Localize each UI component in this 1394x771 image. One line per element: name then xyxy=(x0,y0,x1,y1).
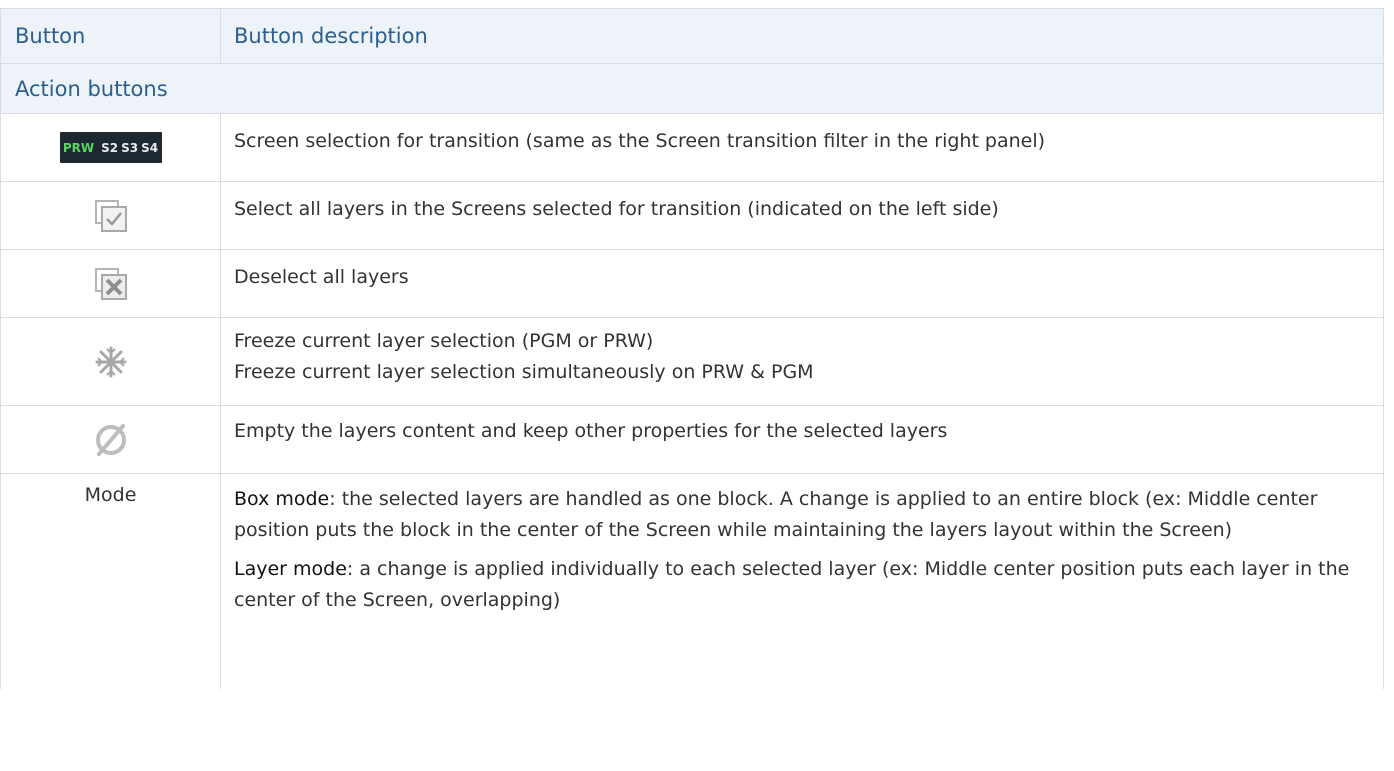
table-row: Select all layers in the Screens selecte… xyxy=(1,182,1384,250)
freeze-desc-1: Freeze current layer selection (PGM or P… xyxy=(234,330,654,352)
prw-label[interactable]: PRW xyxy=(63,141,94,155)
empty-set-icon[interactable] xyxy=(93,422,129,458)
description-cell: Empty the layers content and keep other … xyxy=(221,406,1384,473)
header-description: Button description xyxy=(221,9,1384,63)
box-mode-term: Box mode xyxy=(234,488,330,510)
mode-label: Mode xyxy=(1,474,221,689)
table-row: Freeze current layer selection (PGM or P… xyxy=(1,318,1384,406)
snowflake-icon[interactable] xyxy=(94,345,128,379)
box-mode-paragraph: Box mode: the selected layers are handle… xyxy=(234,484,1371,546)
description-cell: Select all layers in the Screens selecte… xyxy=(221,182,1384,249)
layer-mode-desc: : a change is applied individually to ea… xyxy=(234,558,1350,611)
freeze-desc-2: Freeze current layer selection simultane… xyxy=(234,361,814,383)
button-cell xyxy=(1,250,221,317)
header-button: Button xyxy=(1,9,221,63)
button-cell xyxy=(1,182,221,249)
table-row: Mode Box mode: the selected layers are h… xyxy=(1,474,1384,689)
description-cell: Screen selection for transition (same as… xyxy=(221,114,1384,181)
description-cell: Box mode: the selected layers are handle… xyxy=(221,474,1384,689)
table-header-row: Button Button description xyxy=(1,9,1384,64)
s4-label[interactable]: S4 xyxy=(141,141,158,155)
section-row: Action buttons xyxy=(1,64,1384,114)
table-row: PRW S2 S3 S4 Screen selection for transi… xyxy=(1,114,1384,182)
button-reference-table: Button Button description Action buttons… xyxy=(0,8,1384,689)
layer-mode-paragraph: Layer mode: a change is applied individu… xyxy=(234,554,1371,616)
description-cell: Deselect all layers xyxy=(221,250,1384,317)
description-cell: Freeze current layer selection (PGM or P… xyxy=(221,318,1384,405)
box-mode-desc: : the selected layers are handled as one… xyxy=(234,488,1318,541)
button-cell xyxy=(1,406,221,473)
s3-label[interactable]: S3 xyxy=(121,141,138,155)
table-row: Deselect all layers xyxy=(1,250,1384,318)
button-cell xyxy=(1,318,221,405)
section-title: Action buttons xyxy=(1,64,1384,113)
screen-selection-badge[interactable]: PRW S2 S3 S4 xyxy=(59,132,162,163)
button-cell: PRW S2 S3 S4 xyxy=(1,114,221,181)
layer-mode-term: Layer mode xyxy=(234,558,347,580)
table-row: Empty the layers content and keep other … xyxy=(1,406,1384,474)
select-all-layers-icon[interactable] xyxy=(94,199,128,233)
deselect-all-layers-icon[interactable] xyxy=(94,267,128,301)
s2-label[interactable]: S2 xyxy=(101,141,118,155)
